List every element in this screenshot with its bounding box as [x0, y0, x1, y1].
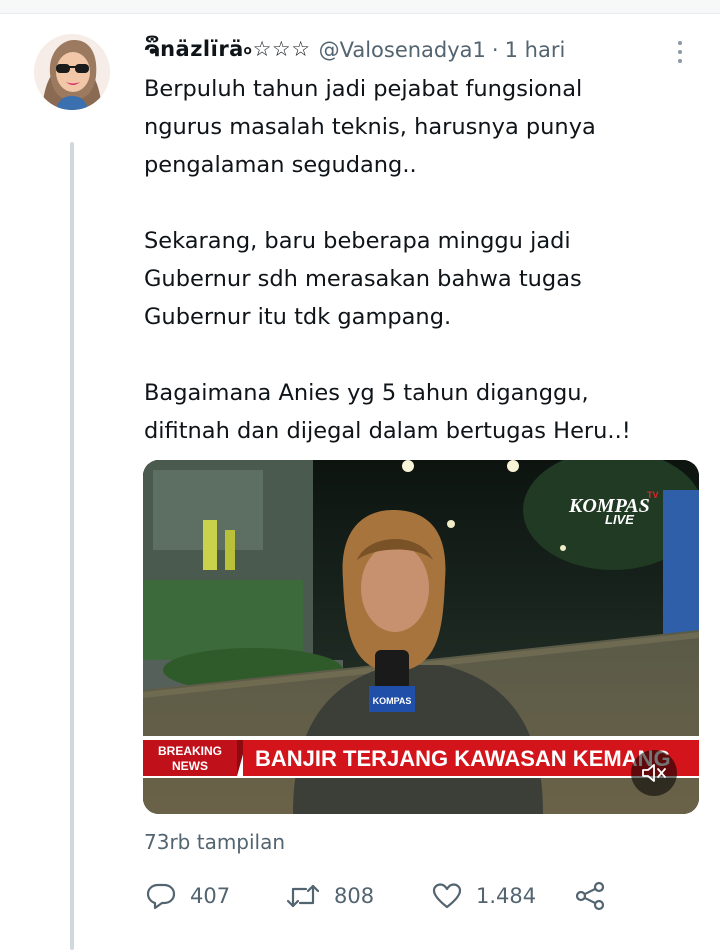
video-player[interactable]: KOMPAS KOMPAS TV LIVE BREAKING NEWS BANJ…	[143, 460, 699, 814]
reply-icon	[146, 883, 176, 910]
tweet-line: difitnah dan dijegal dalam bertugas Heru…	[144, 418, 631, 444]
retweet-button[interactable]: 808	[286, 876, 374, 916]
avatar[interactable]	[34, 34, 110, 110]
share-icon	[575, 881, 605, 911]
tweet-line: Bagaimana Anies yg 5 tahun diganggu,	[144, 380, 589, 406]
share-button[interactable]	[574, 876, 606, 916]
channel-live-label: LIVE	[605, 512, 634, 527]
retweet-count: 808	[334, 884, 375, 908]
tweet-time[interactable]: 1 hari	[505, 38, 566, 62]
tweet-line: pengalaman segudang..	[144, 152, 417, 178]
separator-dot: ·	[491, 38, 499, 62]
mic-flag-label: KOMPAS	[373, 696, 412, 706]
top-divider	[0, 0, 720, 14]
display-name[interactable]: ຈຶnäzlïrä৹☆☆☆	[144, 33, 311, 68]
more-vertical-icon[interactable]	[668, 36, 692, 68]
tweet-header: ຈຶnäzlïrä৹☆☆☆ @Valosenadya1 · 1 hari	[144, 34, 565, 66]
tweet-text: Berpuluh tahun jadi pejabat fungsional n…	[144, 70, 684, 450]
tweet-line: Sekarang, baru beberapa minggu jadi	[144, 228, 571, 254]
thread-line	[70, 142, 74, 950]
avatar-illustration	[34, 34, 110, 110]
tweet-line: ngurus masalah teknis, harusnya punya	[144, 114, 596, 140]
reply-button[interactable]: 407	[146, 876, 230, 916]
like-button[interactable]: 1.484	[432, 876, 536, 916]
like-count: 1.484	[476, 884, 537, 908]
video-frame: KOMPAS KOMPAS TV LIVE BREAKING NEWS BANJ…	[143, 460, 699, 814]
channel-logo-tv: TV	[647, 490, 659, 500]
news-headline: BANJIR TERJANG KAWASAN KEMANG	[255, 746, 671, 771]
view-count: 73rb tampilan	[144, 830, 286, 854]
tweet-line: Gubernur itu tdk gampang.	[144, 304, 452, 330]
reply-count: 407	[190, 884, 231, 908]
breaking-label-2: NEWS	[172, 759, 208, 773]
volume-muted-icon[interactable]	[631, 750, 677, 796]
tweet-actions: 407 808 1.484	[144, 876, 624, 916]
retweet-icon	[286, 884, 320, 908]
user-handle[interactable]: @Valosenadya1	[319, 38, 486, 62]
tweet-line: Berpuluh tahun jadi pejabat fungsional	[144, 76, 583, 102]
tweet-line: Gubernur sdh merasakan bahwa tugas	[144, 266, 582, 292]
heart-icon	[432, 883, 462, 909]
breaking-label-1: BREAKING	[158, 744, 222, 758]
